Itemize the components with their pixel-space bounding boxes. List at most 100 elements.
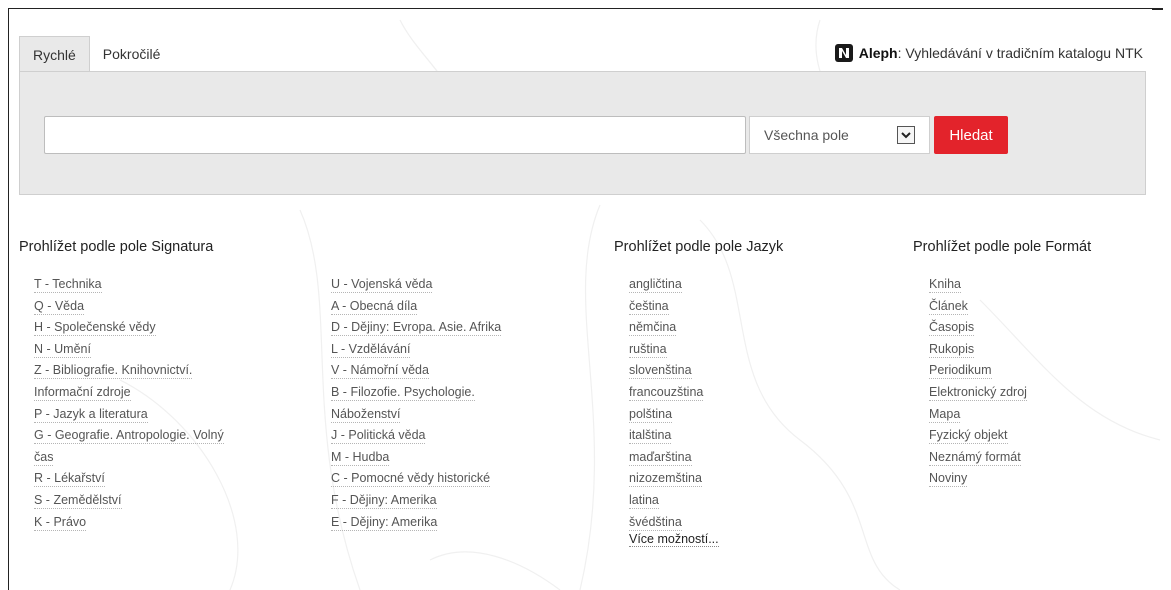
- jazyk-link-label: švédština: [629, 514, 682, 531]
- signatura-link-label: čas: [34, 449, 54, 466]
- signatura-link-label: P - Jazyk a literatura: [34, 406, 148, 423]
- signatura-link-label: R - Lékařství: [34, 471, 105, 488]
- signatura-link[interactable]: Q - Věda: [34, 296, 224, 318]
- jazyk-link[interactable]: francouzština: [629, 382, 704, 404]
- signatura-link[interactable]: D - Dějiny: Evropa. Asie. Afrika: [331, 317, 502, 339]
- signatura-link[interactable]: C - Pomocné vědy historické: [331, 468, 501, 490]
- signatura-link[interactable]: J - Politická věda: [331, 425, 501, 447]
- signatura-link[interactable]: N - Umění: [34, 339, 224, 361]
- format-link[interactable]: Časopis: [929, 317, 1027, 339]
- format-link[interactable]: Rukopis: [929, 339, 1027, 361]
- jazyk-link[interactable]: latina: [629, 490, 703, 512]
- jazyk-link-label: čeština: [629, 298, 669, 315]
- jazyk-link-label: angličtina: [629, 277, 682, 293]
- signatura-link[interactable]: V - Námořní věda: [331, 360, 501, 382]
- jazyk-link-label: nizozemština: [629, 471, 702, 488]
- signatura-link-label: Q - Věda: [34, 298, 85, 315]
- format-link-label: Rukopis: [929, 341, 975, 358]
- signatura-link[interactable]: T - Technika: [34, 274, 224, 296]
- signatura-link[interactable]: H - Společenské vědy: [34, 317, 224, 339]
- format-link[interactable]: Neznámý formát: [929, 447, 1027, 469]
- format-link-label: Noviny: [929, 471, 968, 488]
- jazyk-link-label: slovenština: [629, 363, 692, 380]
- search-button[interactable]: Hledat: [934, 116, 1008, 154]
- format-link-label: Elektronický zdroj: [929, 384, 1027, 401]
- signatura-link-label: U - Vojenská věda: [331, 277, 433, 293]
- signatura-link[interactable]: G - Geografie. Antropologie. Volný: [34, 425, 224, 447]
- signatura-link[interactable]: U - Vojenská věda: [331, 274, 501, 296]
- jazyk-link[interactable]: nizozemština: [629, 468, 703, 490]
- signatura-link[interactable]: L - Vzdělávání: [331, 339, 501, 361]
- frame-left-line: [8, 8, 9, 590]
- format-list: Kniha Článek Časopis Rukopis Periodikum Elekt…: [929, 274, 1027, 490]
- aleph-logo-icon: [834, 44, 853, 62]
- signatura-link[interactable]: K - Právo: [34, 512, 224, 534]
- search-panel: Všechna pole Hledat: [19, 71, 1146, 195]
- signatura-link[interactable]: P - Jazyk a literatura: [34, 404, 224, 426]
- format-link-label: Článek: [929, 298, 968, 315]
- signatura-link-label: F - Dějiny: Amerika: [331, 492, 437, 509]
- signatura-link-label: N - Umění: [34, 341, 91, 358]
- jazyk-link-label: latina: [629, 492, 659, 509]
- format-link-label: Kniha: [929, 277, 961, 293]
- jazyk-link[interactable]: angličtina: [629, 274, 703, 296]
- signatura-link-label: A - Obecná díla: [331, 298, 418, 315]
- signatura-link[interactable]: S - Zemědělství: [34, 490, 224, 512]
- signatura-link[interactable]: Informační zdroje: [34, 382, 224, 404]
- signatura-link-label: S - Zemědělství: [34, 492, 122, 509]
- jazyk-list: angličtina čeština němčina ruština slovenšti…: [629, 274, 704, 534]
- jazyk-link-label: maďarština: [629, 449, 692, 466]
- search-input[interactable]: [44, 116, 746, 154]
- jazyk-link-label: polština: [629, 406, 673, 423]
- frame-corner-tick: [1152, 8, 1163, 10]
- tab-quick[interactable]: Rychlé: [19, 36, 90, 72]
- format-link[interactable]: Mapa: [929, 404, 1027, 426]
- signatura-link[interactable]: Z - Bibliografie. Knihovnictví.: [34, 360, 224, 382]
- signatura-link-label: Informační zdroje: [34, 384, 131, 401]
- signatura-link[interactable]: M - Hudba: [331, 447, 501, 469]
- format-link-label: Časopis: [929, 320, 975, 337]
- frame-top-line: [8, 8, 1163, 9]
- signatura-list-col2: U - Vojenská věda A - Obecná díla D - Ději…: [331, 274, 502, 534]
- signatura-link[interactable]: B - Filozofie. Psychologie.: [331, 382, 501, 404]
- format-link[interactable]: Noviny: [929, 468, 1027, 490]
- tab-advanced[interactable]: Pokročilé: [89, 36, 174, 72]
- jazyk-link[interactable]: polština: [629, 404, 703, 426]
- format-link[interactable]: Článek: [929, 296, 1027, 318]
- chevron-down-icon[interactable]: [897, 126, 915, 144]
- format-link[interactable]: Periodikum: [929, 360, 1027, 382]
- jazyk-link-label: němčina: [629, 320, 677, 337]
- format-link[interactable]: Elektronický zdroj: [929, 382, 1027, 404]
- jazyk-link[interactable]: němčina: [629, 317, 703, 339]
- signatura-link-label: B - Filozofie. Psychologie.: [331, 384, 475, 401]
- format-link[interactable]: Fyzický objekt: [929, 425, 1027, 447]
- jazyk-link[interactable]: čeština: [629, 296, 703, 318]
- search-field-select[interactable]: Všechna pole: [749, 116, 930, 154]
- format-link[interactable]: Kniha: [929, 274, 1027, 296]
- signatura-link[interactable]: čas: [34, 447, 224, 469]
- search-field-select-value: Všechna pole: [764, 127, 849, 143]
- signatura-link-label: Z - Bibliografie. Knihovnictví.: [34, 363, 193, 380]
- aleph-catalog-link[interactable]: Aleph : Vyhledávání v tradičním katalogu…: [834, 44, 1143, 62]
- jazyk-link[interactable]: ruština: [629, 339, 703, 361]
- signatura-link-label: H - Společenské vědy: [34, 320, 156, 337]
- signatura-link[interactable]: R - Lékařství: [34, 468, 224, 490]
- signatura-link[interactable]: Náboženství: [331, 404, 501, 426]
- signatura-link[interactable]: E - Dějiny: Amerika: [331, 512, 501, 534]
- jazyk-link[interactable]: švédština: [629, 512, 703, 534]
- signatura-link[interactable]: A - Obecná díla: [331, 296, 501, 318]
- jazyk-link[interactable]: slovenština: [629, 360, 703, 382]
- format-link-label: Periodikum: [929, 363, 992, 380]
- signatura-link-label: L - Vzdělávání: [331, 341, 411, 358]
- aleph-brand: Aleph: [858, 45, 898, 61]
- browse-jazyk-title: Prohlížet podle pole Jazyk: [614, 239, 784, 255]
- signatura-link-label: G - Geografie. Antropologie. Volný: [34, 428, 224, 445]
- signatura-link[interactable]: F - Dějiny: Amerika: [331, 490, 501, 512]
- jazyk-link[interactable]: italština: [629, 425, 703, 447]
- jazyk-link[interactable]: maďarština: [629, 447, 703, 469]
- signatura-link-label: D - Dějiny: Evropa. Asie. Afrika: [331, 320, 502, 337]
- format-link-label: Fyzický objekt: [929, 428, 1008, 445]
- format-link-label: Neznámý formát: [929, 449, 1021, 466]
- more-options-link[interactable]: Více možností...: [629, 532, 719, 547]
- signatura-link-label: Náboženství: [331, 406, 401, 423]
